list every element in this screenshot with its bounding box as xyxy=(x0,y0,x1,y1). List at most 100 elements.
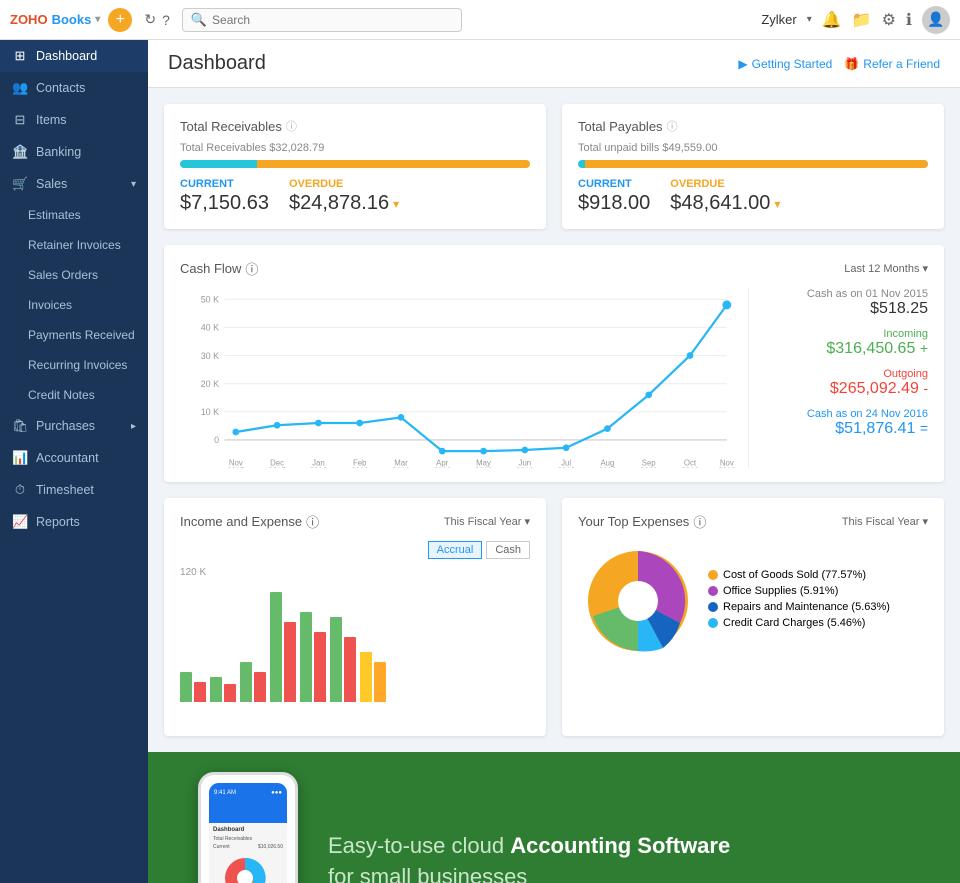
sidebar-item-contacts[interactable]: 👥 Contacts xyxy=(0,72,148,104)
expense-bar xyxy=(344,637,356,702)
promo-text: Easy-to-use cloud Accounting Software fo… xyxy=(328,831,730,883)
payables-progress-bar xyxy=(578,160,928,168)
income-expense-filter[interactable]: This Fiscal Year ▾ xyxy=(444,515,530,528)
payables-title: Total Payables ⓘ xyxy=(578,118,928,134)
sidebar-item-items[interactable]: ⊟ Items xyxy=(0,104,148,136)
accrual-tab[interactable]: Accrual xyxy=(428,541,483,559)
svg-text:2016: 2016 xyxy=(351,467,369,468)
cashflow-final-label: Cash as on 24 Nov 2016 xyxy=(759,408,928,420)
sidebar-item-timesheet[interactable]: ⏱ Timesheet xyxy=(0,474,148,506)
pie-chart-svg xyxy=(578,541,698,661)
income-bar xyxy=(300,612,312,702)
payables-arrow-icon[interactable]: ▾ xyxy=(774,197,780,211)
books-text: Books xyxy=(52,12,92,27)
sidebar-item-retainer[interactable]: Retainer Invoices xyxy=(0,230,148,260)
header-actions: ▶ Getting Started 🎁 Refer a Friend xyxy=(738,57,940,71)
cashflow-outgoing-stat: Outgoing $265,092.49 - xyxy=(759,368,928,398)
sales-expand-icon: ▾ xyxy=(131,179,136,190)
income-bar xyxy=(270,592,282,702)
sidebar-item-sales[interactable]: 🛒 Sales ▾ xyxy=(0,168,148,200)
top-expenses-filter[interactable]: This Fiscal Year ▾ xyxy=(842,515,928,528)
receivables-overdue-metric: OVERDUE $24,878.16 ▾ xyxy=(289,178,399,215)
bottom-row: Income and Expense ⓘ This Fiscal Year ▾ … xyxy=(164,498,944,736)
help-icon[interactable]: ? xyxy=(162,12,170,28)
sidebar-item-accountant[interactable]: 📊 Accountant xyxy=(0,442,148,474)
expense-bar xyxy=(194,682,206,702)
sidebar-item-payments[interactable]: Payments Received xyxy=(0,320,148,350)
cashflow-filter-arrow-icon: ▾ xyxy=(922,262,928,275)
svg-text:2015: 2015 xyxy=(268,467,286,468)
expense-bar xyxy=(314,632,326,702)
refresh-icon[interactable]: ↻ xyxy=(144,11,156,28)
avatar[interactable]: 👤 xyxy=(922,6,950,34)
sidebar-label-items: Items xyxy=(36,113,67,127)
promo-line2: for small businesses xyxy=(328,862,730,883)
user-dropdown-icon[interactable]: ▾ xyxy=(807,14,812,25)
main-layout: ⊞ Dashboard 👥 Contacts ⊟ Items 🏦 Banking… xyxy=(0,40,960,883)
overdue-arrow-icon[interactable]: ▾ xyxy=(393,197,399,211)
sidebar-item-purchases[interactable]: 🛍 Purchases ▸ xyxy=(0,410,148,442)
sidebar-item-banking[interactable]: 🏦 Banking xyxy=(0,136,148,168)
phone-inner-screen: Dashboard Total Receivables Current$10,0… xyxy=(209,823,287,883)
cashflow-filter[interactable]: Last 12 Months ▾ xyxy=(844,262,928,275)
sidebar-label-purchases: Purchases xyxy=(36,419,95,433)
payables-overdue-value: $48,641.00 ▾ xyxy=(670,192,780,215)
income-expense-info-icon[interactable]: ⓘ xyxy=(306,512,319,531)
y-axis-label: 120 K xyxy=(180,567,530,578)
cashflow-svg: 50 K 40 K 30 K 20 K 10 K 0 xyxy=(180,288,738,468)
bar-group-7 xyxy=(360,652,386,702)
search-input[interactable] xyxy=(212,13,453,27)
add-button[interactable]: + xyxy=(108,8,132,32)
info2-icon[interactable]: ℹ xyxy=(906,10,912,30)
sidebar-item-creditnotes[interactable]: Credit Notes xyxy=(0,380,148,410)
svg-text:40 K: 40 K xyxy=(201,323,219,333)
promo-line1: Easy-to-use cloud Accounting Software xyxy=(328,831,730,862)
cashflow-chart: 50 K 40 K 30 K 20 K 10 K 0 xyxy=(180,288,738,468)
cashflow-card: Cash Flow ⓘ Last 12 Months ▾ xyxy=(164,245,944,482)
sidebar-item-salesorders[interactable]: Sales Orders xyxy=(0,260,148,290)
sidebar-item-estimates[interactable]: Estimates xyxy=(0,200,148,230)
sidebar-label-recurring: Recurring Invoices xyxy=(28,358,127,372)
refer-friend-link[interactable]: 🎁 Refer a Friend xyxy=(844,57,940,71)
purchases-icon: 🛍 xyxy=(12,418,28,434)
sidebar-item-reports[interactable]: 📈 Reports xyxy=(0,506,148,538)
files-icon[interactable]: 📁 xyxy=(852,10,872,30)
payables-current-bar xyxy=(578,160,585,168)
top-expenses-title: Your Top Expenses ⓘ xyxy=(578,512,842,531)
receivables-info-icon[interactable]: ⓘ xyxy=(286,118,297,134)
svg-text:20 K: 20 K xyxy=(201,379,219,389)
promo-banner: 9:41 AM ●●● Dashboard Total Receivables … xyxy=(148,752,960,883)
notifications-icon[interactable]: 🔔 xyxy=(822,10,842,30)
dropdown-arrow-icon[interactable]: ▾ xyxy=(95,14,100,25)
sidebar-item-recurring[interactable]: Recurring Invoices xyxy=(0,350,148,380)
pie-section: Cost of Goods Sold (77.57%) Office Suppl… xyxy=(578,541,928,661)
sidebar-label-accountant: Accountant xyxy=(36,451,99,465)
payables-card: Total Payables ⓘ Total unpaid bills $49,… xyxy=(562,104,944,229)
receivables-current-label: CURRENT xyxy=(180,178,269,190)
topbar: ZOHO Books ▾ + ↻ ? 🔍 Zylker ▾ 🔔 📁 ⚙ ℹ 👤 xyxy=(0,0,960,40)
svg-text:2016: 2016 xyxy=(557,467,575,468)
cashflow-incoming-value: $316,450.65 + xyxy=(759,340,928,358)
receivables-current-bar xyxy=(180,160,257,168)
cashflow-info-icon[interactable]: ⓘ xyxy=(245,259,258,278)
svg-text:10 K: 10 K xyxy=(201,407,219,417)
sidebar-label-salesorders: Sales Orders xyxy=(28,268,98,282)
payables-info-icon[interactable]: ⓘ xyxy=(667,118,678,134)
topbar-right: Zylker ▾ 🔔 📁 ⚙ ℹ 👤 xyxy=(761,6,950,34)
search-bar[interactable]: 🔍 xyxy=(182,8,462,32)
getting-started-link[interactable]: ▶ Getting Started xyxy=(738,57,832,71)
expense-bar xyxy=(254,672,266,702)
legend-item-3: Repairs and Maintenance (5.63%) xyxy=(708,601,890,613)
legend-label-1: Cost of Goods Sold (77.57%) xyxy=(723,569,866,581)
receivables-overdue-bar xyxy=(257,160,530,168)
sidebar-item-dashboard[interactable]: ⊞ Dashboard xyxy=(0,40,148,72)
svg-text:2016: 2016 xyxy=(434,467,452,468)
user-name[interactable]: Zylker xyxy=(761,12,796,27)
sidebar-label-payments: Payments Received xyxy=(28,328,135,342)
top-expenses-info-icon[interactable]: ⓘ xyxy=(693,512,706,531)
payables-sub-label: Total unpaid bills $49,559.00 xyxy=(578,142,928,154)
sidebar-item-invoices[interactable]: Invoices xyxy=(0,290,148,320)
settings-icon[interactable]: ⚙ xyxy=(882,10,896,30)
cash-tab[interactable]: Cash xyxy=(486,541,530,559)
legend-item-1: Cost of Goods Sold (77.57%) xyxy=(708,569,890,581)
